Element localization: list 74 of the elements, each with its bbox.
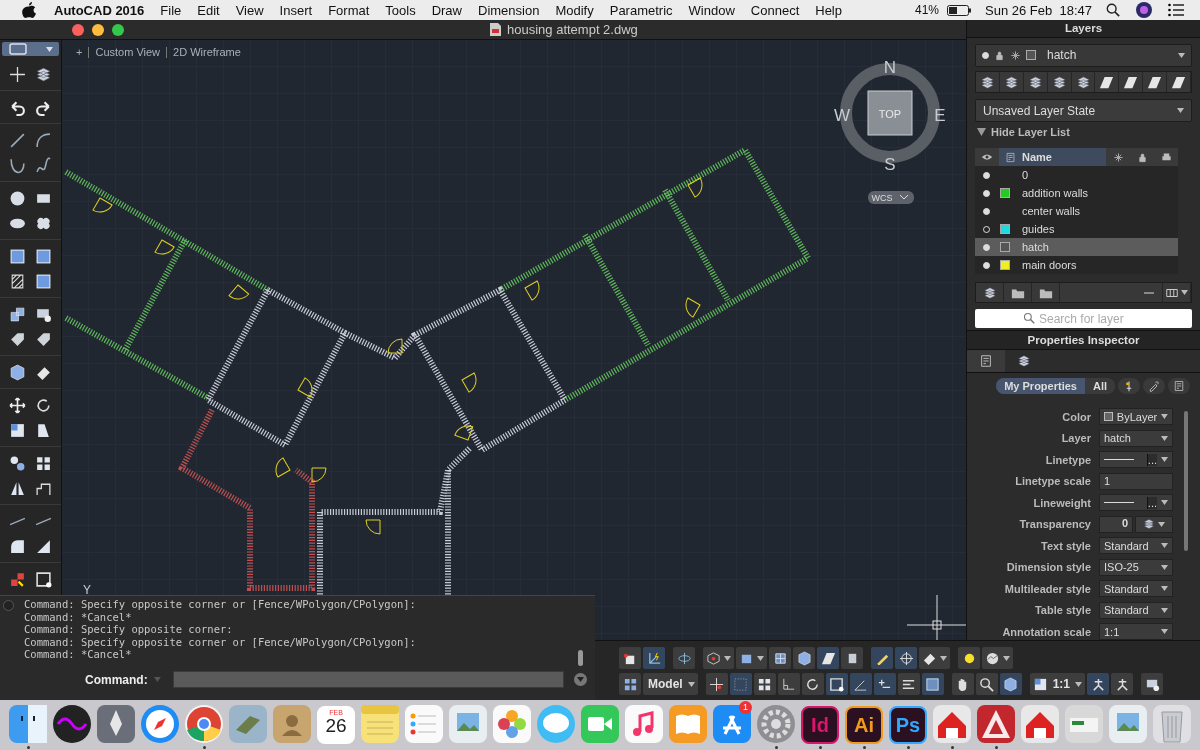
menu-item[interactable]: Modify (547, 2, 602, 18)
menu-item[interactable]: Draw (423, 2, 470, 18)
property-label: Lineweight (1032, 496, 1091, 509)
search-field[interactable]: Search for layer (975, 309, 1192, 328)
menu-item[interactable]: Insert (271, 2, 321, 18)
menu-item[interactable]: Window (680, 2, 743, 18)
calendar-day: 26 (325, 716, 347, 736)
layer-row[interactable]: center walls (975, 202, 1178, 221)
property-label: Table style (1033, 604, 1091, 616)
ucs-axis-label: Y (83, 583, 91, 597)
layer-list-toggle[interactable]: Hide Layer List (967, 126, 1200, 139)
property-label: Linetype scale (1014, 475, 1091, 487)
property-label: Layer (1060, 432, 1091, 444)
command-history-line: Command: Specify opposite corner or [Fence/WPolygon/CPolygon]: (24, 635, 417, 648)
menu-item[interactable]: File (152, 2, 190, 18)
property-label: Linetype (1044, 453, 1091, 466)
compass-label: W (834, 106, 850, 125)
clock[interactable]: Sun 26 Feb 18:47 (985, 2, 1092, 18)
viewport-controls[interactable]: + (76, 46, 83, 58)
annotation-scale-dropdown[interactable]: 1:1 (1029, 673, 1085, 695)
property-dropdown[interactable]: Standard (1099, 537, 1173, 554)
column-header[interactable]: Name (999, 148, 1106, 167)
menu-item[interactable]: Tools (377, 2, 424, 18)
filter-tab[interactable]: My Properties (996, 378, 1085, 394)
menu-item[interactable]: Help (807, 2, 850, 18)
compass-label: S (884, 155, 896, 174)
property-dropdown[interactable]: ISO-25 (1099, 558, 1173, 576)
visual-style-label[interactable]: 2D Wireframe (173, 46, 241, 58)
command-history-line: Command: Specify opposite corner or [Fence/WPolygon/CPolygon]: (24, 598, 417, 611)
property-dropdown[interactable]: ... (1099, 451, 1173, 468)
app-tile[interactable]: Id (801, 706, 839, 744)
property-label: Transparency (1018, 518, 1091, 530)
command-history-line: Command: *Cancel* (24, 610, 133, 623)
property-dropdown[interactable]: Standard (1099, 601, 1173, 619)
layer-row[interactable]: addition walls (975, 184, 1178, 203)
window-title: housing attempt 2.dwg (507, 22, 638, 37)
layer-row[interactable]: 0 (975, 166, 1178, 185)
model-dropdown[interactable]: Model (643, 673, 698, 695)
menu-item[interactable]: View (227, 2, 272, 18)
layer-row[interactable]: main doors (975, 256, 1178, 275)
menu-item[interactable]: Parametric (601, 2, 681, 18)
property-dropdown[interactable]: ... (1099, 494, 1173, 511)
view-label[interactable]: Custom View (95, 46, 161, 58)
app-menu[interactable]: AutoCAD 2016 (54, 2, 145, 18)
property-dropdown[interactable]: ByLayer (1099, 408, 1173, 425)
menu-item[interactable]: Connect (742, 2, 808, 18)
layer-row[interactable]: guides (975, 220, 1178, 239)
property-label: Color (1061, 410, 1091, 423)
property-dropdown[interactable]: 1:1 (1099, 623, 1173, 640)
compass-label: E (934, 106, 946, 125)
menu-item[interactable]: Format (320, 2, 378, 18)
menu-item[interactable]: Dimension (470, 2, 548, 18)
app-tile[interactable]: Ps (889, 706, 927, 744)
property-label: Multileader style (1003, 582, 1091, 595)
layer-row[interactable]: hatch (975, 238, 1178, 257)
property-label: Annotation scale (1001, 625, 1091, 638)
property-dropdown[interactable]: hatch (1099, 429, 1173, 447)
current-layer-dropdown[interactable]: hatch (975, 43, 1192, 67)
property-dropdown[interactable]: Standard (1099, 580, 1173, 597)
command-label: Command: (85, 672, 148, 687)
property-label: Dimension style (1005, 561, 1091, 573)
compass-label: N (883, 58, 897, 77)
command-history-line: Command: Specify opposite corner: (24, 623, 234, 636)
app-tile[interactable]: Ai (845, 706, 883, 744)
property-field[interactable]: 1 (1099, 472, 1173, 490)
property-field[interactable]: 0 (1099, 515, 1133, 533)
wcs-dropdown[interactable]: WCS (868, 191, 914, 204)
battery-percent: 41% (915, 3, 939, 17)
layer-state-dropdown[interactable]: Unsaved Layer State (975, 99, 1192, 123)
menu-item[interactable]: Edit (189, 2, 228, 18)
panel-title: Properties Inspector (967, 331, 1200, 350)
panel-title: Layers (967, 20, 1200, 38)
command-history-line: Command: *Cancel* (24, 648, 133, 661)
property-label: Text style (1040, 539, 1091, 552)
